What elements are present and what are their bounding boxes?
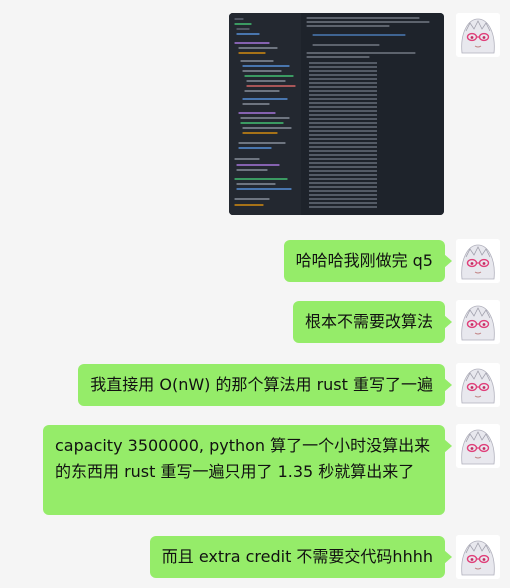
message-text: capacity 3500000, python 算了一个小时没算出来的东西用 …	[55, 436, 431, 481]
code-screenshot-image[interactable]	[229, 13, 444, 215]
user-avatar[interactable]	[456, 239, 500, 283]
message-bubble[interactable]: 而且 extra credit 不需要交代码hhhh	[149, 536, 453, 578]
message-text: 根本不需要改算法	[304, 312, 433, 331]
message-bubble[interactable]: capacity 3500000, python 算了一个小时没算出来的东西用 …	[43, 425, 452, 515]
message-text: 我直接用 O(nW) 的那个算法用 rust 重写了一遍	[90, 375, 433, 394]
message-bubble[interactable]: 根本不需要改算法	[292, 301, 453, 343]
user-avatar[interactable]	[456, 13, 500, 57]
user-avatar[interactable]	[456, 300, 500, 344]
message-text: 而且 extra credit 不需要交代码hhhh	[161, 547, 433, 566]
chat-message-list[interactable]: 哈哈哈我刚做完 q5 根本不需要改算法 我直接用 O(nW) 的那个算法用 ru…	[0, 0, 510, 588]
user-avatar[interactable]	[456, 424, 500, 468]
message-bubble[interactable]: 哈哈哈我刚做完 q5	[283, 240, 453, 282]
message-bubble[interactable]: 我直接用 O(nW) 的那个算法用 rust 重写了一遍	[78, 364, 452, 406]
user-avatar[interactable]	[456, 535, 500, 579]
message-text: 哈哈哈我刚做完 q5	[295, 251, 433, 270]
user-avatar[interactable]	[456, 363, 500, 407]
